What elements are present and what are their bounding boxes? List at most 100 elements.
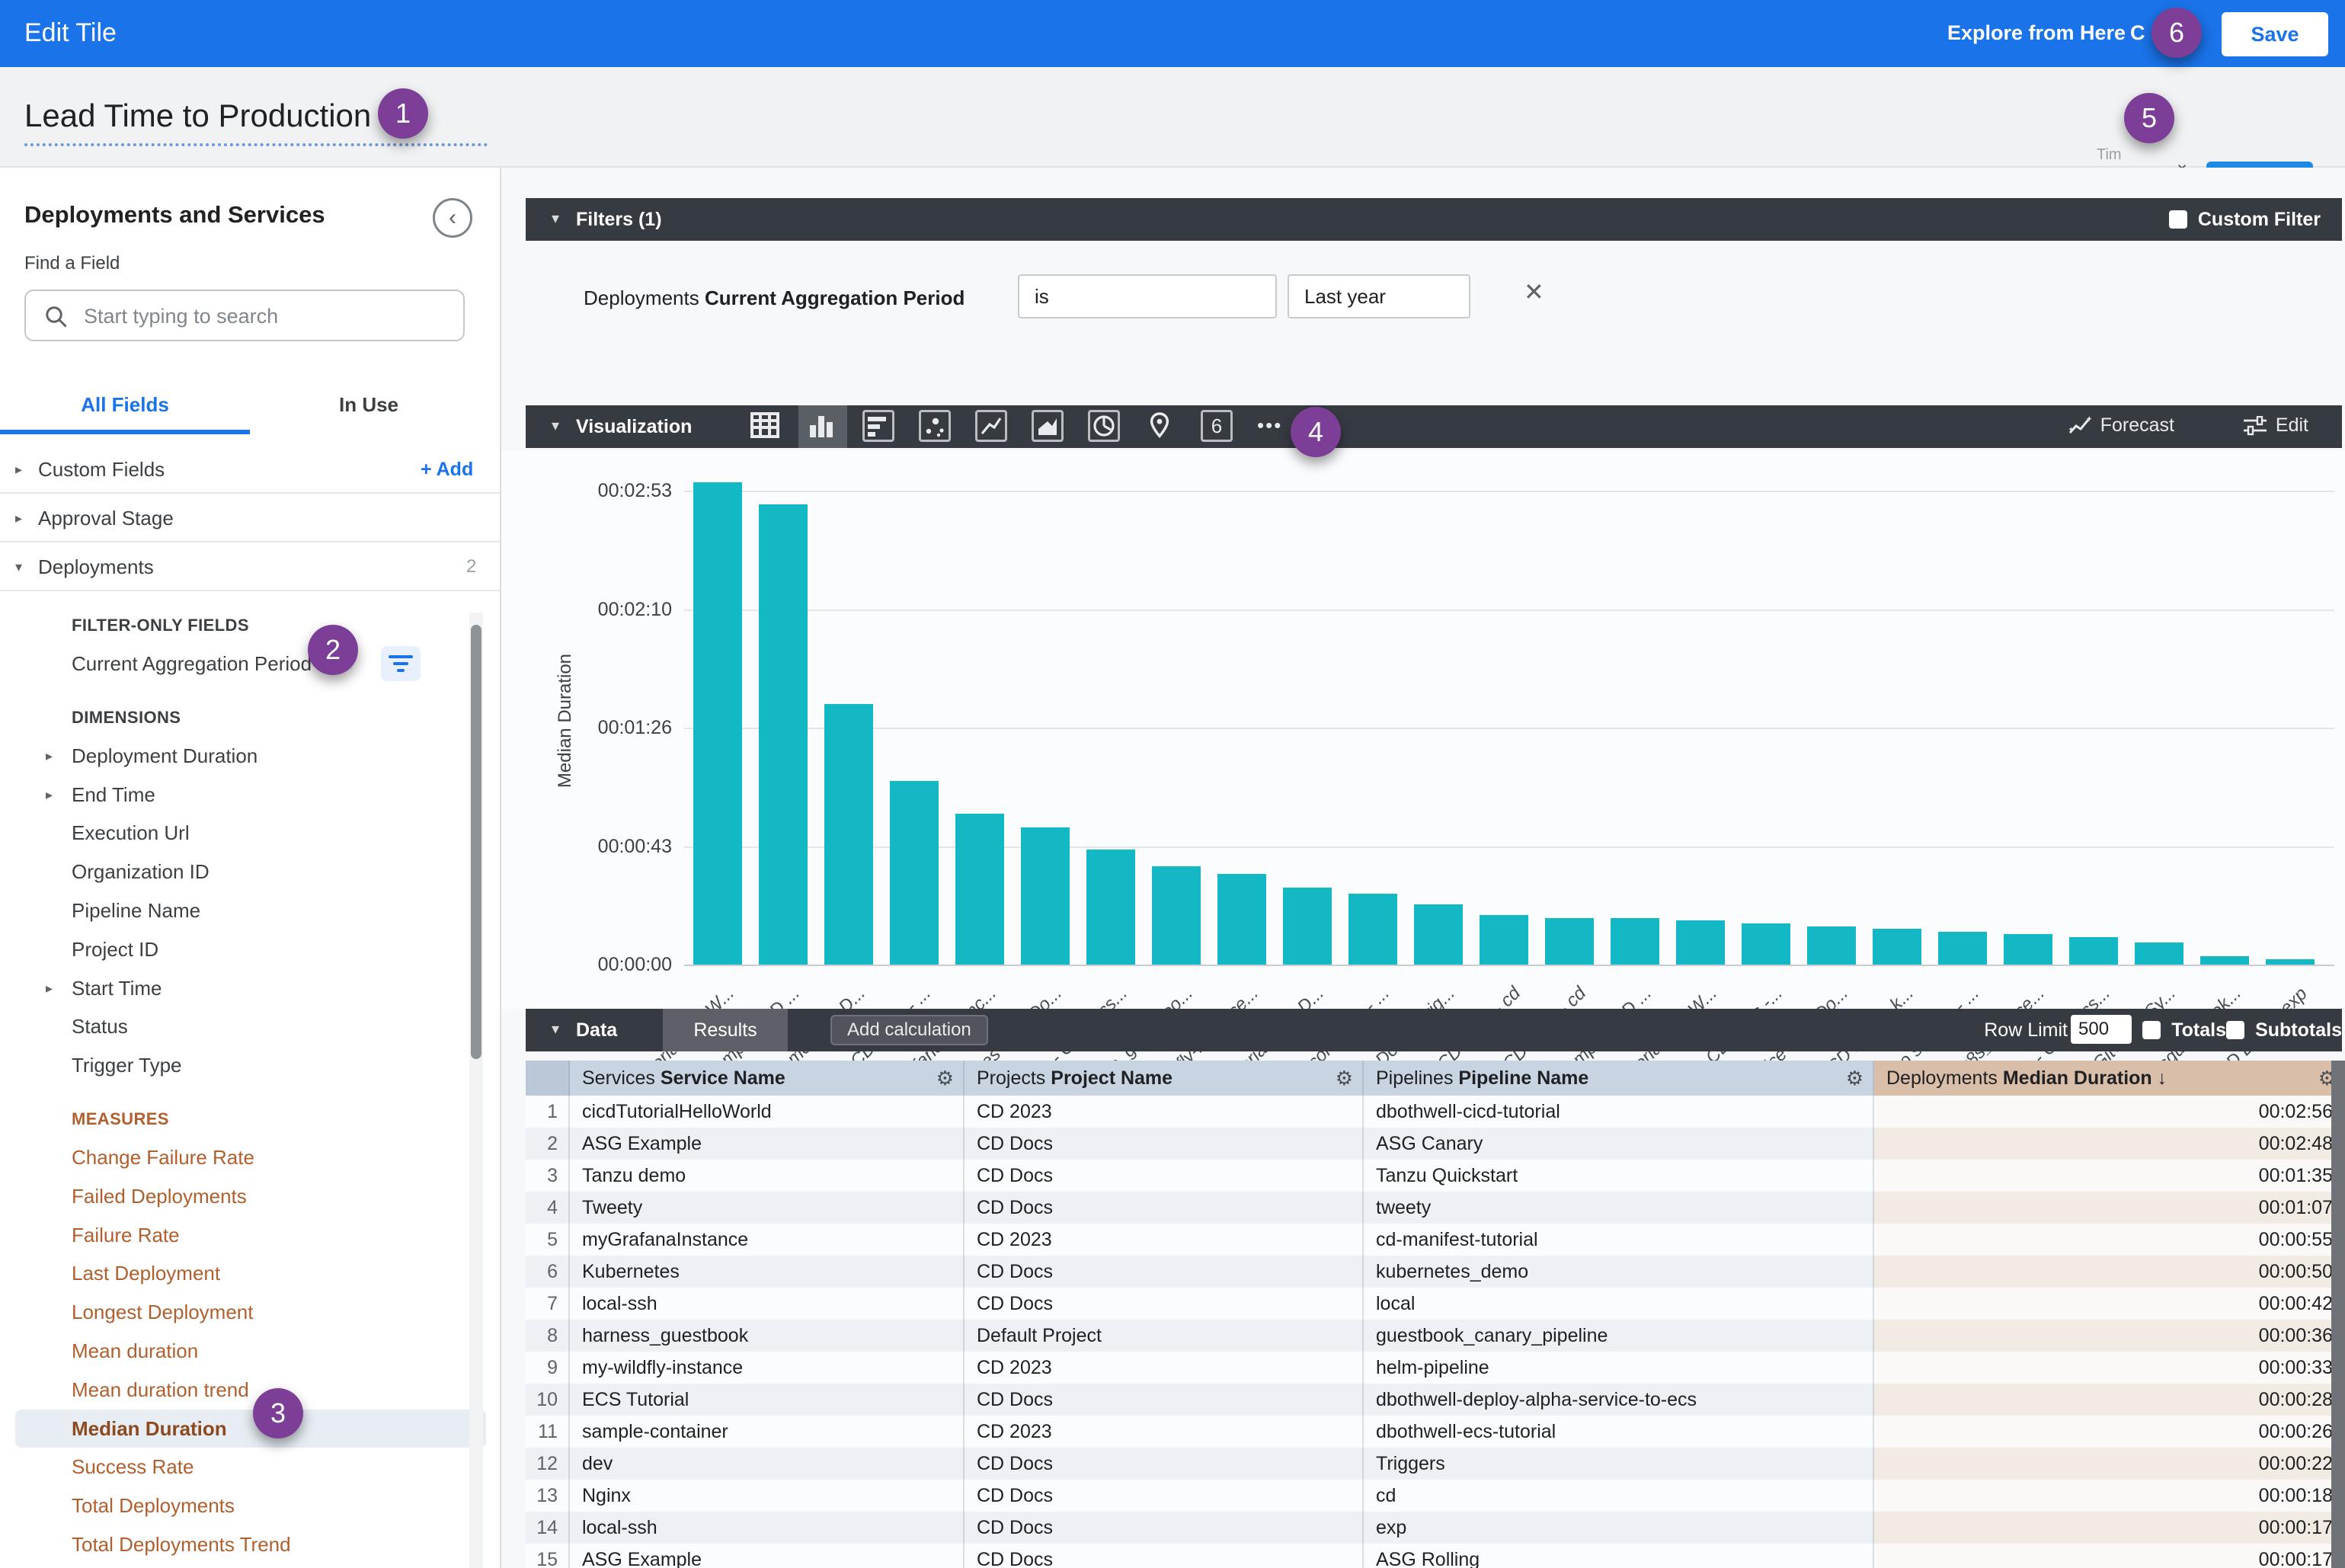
table-cell[interactable]: helm-pipeline [1364,1352,1874,1384]
table-cell[interactable]: 00:02:56 [1874,1096,2345,1128]
field-item-status[interactable]: Status [0,1007,501,1046]
tab-results[interactable]: Results [663,1009,788,1051]
field-item-mean-duration[interactable]: Mean duration [0,1332,501,1371]
forecast-button[interactable]: Forecast [2068,414,2174,437]
table-scrollbar-thumb[interactable] [2331,1061,2345,1568]
table-cell[interactable]: 00:00:55 [1874,1224,2345,1256]
field-item-execution-url[interactable]: Execution Url [0,814,501,853]
sidebar-scrollbar-thumb[interactable] [471,625,481,1059]
totals-checkbox[interactable] [2142,1021,2161,1039]
save-button[interactable]: Save [2222,12,2328,56]
table-cell[interactable]: CD Docs [965,1256,1364,1288]
field-item-start-time[interactable]: ▸Start Time [0,969,501,1008]
table-cell[interactable]: local-ssh [570,1512,965,1544]
chart-bar[interactable] [1348,894,1397,965]
gear-icon[interactable]: ⚙ [1336,1061,1353,1096]
viz-type-scatter[interactable] [911,405,960,448]
collapse-sidebar-button[interactable]: ‹ [433,198,472,238]
column-header-pipeline-name[interactable]: Pipelines Pipeline Name⚙ [1364,1061,1874,1096]
edit-viz-button[interactable]: Edit [2244,414,2308,437]
table-cell[interactable]: ASG Example [570,1544,965,1568]
field-item-trigger-type[interactable]: Trigger Type [0,1046,501,1085]
chart-bar[interactable] [1217,874,1266,965]
chart-bar[interactable] [1545,918,1594,965]
table-cell[interactable]: 00:00:50 [1874,1256,2345,1288]
table-cell[interactable]: Nginx [570,1480,965,1512]
custom-filter-checkbox[interactable] [2169,210,2187,229]
table-cell[interactable]: CD 2023 [965,1416,1364,1448]
table-cell[interactable]: tweety [1364,1192,1874,1224]
table-cell[interactable]: my-wildfly-instance [570,1352,965,1384]
chart-bar[interactable] [824,704,873,965]
totals-toggle[interactable]: Totals [2142,1019,2226,1042]
column-header-service-name[interactable]: Services Service Name⚙ [570,1061,965,1096]
collapse-caret-icon[interactable]: ▾ [552,416,559,435]
table-cell[interactable]: ASG Rolling [1364,1544,1874,1568]
viz-type-column-active[interactable] [798,405,847,448]
table-cell[interactable]: CD Docs [965,1192,1364,1224]
field-item-success-rate[interactable]: Success Rate [0,1448,501,1486]
subtotals-toggle[interactable]: Subtotals [2226,1019,2342,1042]
chevron-right-icon[interactable]: ▸ [46,969,53,1008]
sidebar-item-deployments[interactable]: ▾Deployments2 [0,542,501,591]
table-cell[interactable]: kubernetes_demo [1364,1256,1874,1288]
table-cell[interactable]: dbothwell-deploy-alpha-service-to-ecs [1364,1384,1874,1416]
field-item-failure-rate[interactable]: Failure Rate [0,1216,501,1255]
field-item-change-failure-rate[interactable]: Change Failure Rate [0,1138,501,1177]
field-item-mean-duration-trend[interactable]: Mean duration trend [0,1371,501,1410]
table-cell[interactable]: 00:00:17 [1874,1544,2345,1568]
table-cell[interactable]: CD Docs [965,1160,1364,1192]
table-cell[interactable]: ASG Example [570,1128,965,1160]
table-cell[interactable]: CD Docs [965,1544,1364,1568]
chart-bar[interactable] [2069,937,2118,965]
chevron-right-icon[interactable]: ▸ [46,737,53,776]
field-item-pipeline-name[interactable]: Pipeline Name [0,891,501,930]
viz-type-line[interactable] [968,405,1016,448]
sidebar-item-custom-fields[interactable]: ▸Custom Fields+ Add [0,445,501,494]
table-cell[interactable]: cicdTutorialHelloWorld [570,1096,965,1128]
field-search-input[interactable]: Start typing to search [24,290,465,341]
table-cell[interactable]: 00:00:42 [1874,1288,2345,1320]
table-cell[interactable]: CD Docs [965,1128,1364,1160]
add-calculation-button[interactable]: Add calculation [830,1015,988,1045]
table-cell[interactable]: cd-manifest-tutorial [1364,1224,1874,1256]
field-item-failed-deployments[interactable]: Failed Deployments [0,1177,501,1216]
field-item-total-deployments[interactable]: Total Deployments [0,1486,501,1525]
filters-section-header[interactable]: ▾ Filters (1) Custom Filter [526,198,2342,241]
column-header-median-duration[interactable]: Deployments Median Duration ↓⚙ [1874,1061,2345,1096]
chart-bar[interactable] [1414,904,1463,965]
table-cell[interactable]: Default Project [965,1320,1364,1352]
field-item-current-aggregation-period[interactable]: Current Aggregation Period [0,645,501,683]
chart-bar[interactable] [1021,827,1070,965]
chart-bar[interactable] [1938,932,1987,965]
table-cell[interactable]: 00:00:33 [1874,1352,2345,1384]
chart-bar[interactable] [2135,942,2183,965]
gear-icon[interactable]: ⚙ [936,1061,954,1096]
table-cell[interactable]: harness_guestbook [570,1320,965,1352]
chart-bar[interactable] [1086,850,1135,965]
field-item-organization-id[interactable]: Organization ID [0,853,501,891]
filter-by-field-button[interactable] [381,646,421,681]
sidebar-item-approval-stage[interactable]: ▸Approval Stage [0,494,501,542]
tab-in-use[interactable]: In Use [244,393,494,417]
chart-bar[interactable] [1283,888,1332,965]
table-cell[interactable]: CD 2023 [965,1096,1364,1128]
chart-bar[interactable] [1676,920,1725,965]
table-cell[interactable]: 00:00:28 [1874,1384,2345,1416]
visualization-section-header[interactable]: ▾ Visualization 6••• Forecast Edit [526,405,2342,448]
field-item-end-time[interactable]: ▸End Time [0,776,501,814]
table-cell[interactable]: CD Docs [965,1512,1364,1544]
table-cell[interactable]: CD 2023 [965,1352,1364,1384]
table-cell[interactable]: 00:02:48 [1874,1128,2345,1160]
table-cell[interactable]: Tweety [570,1192,965,1224]
table-cell[interactable]: cd [1364,1480,1874,1512]
table-cell[interactable]: dev [570,1448,965,1480]
field-item-deployment-duration[interactable]: ▸Deployment Duration [0,737,501,776]
explore-from-here-button[interactable]: Explore from Here [1947,21,2126,45]
table-cell[interactable]: dbothwell-ecs-tutorial [1364,1416,1874,1448]
chart-bar[interactable] [1152,866,1201,965]
viz-type-table[interactable] [742,405,791,448]
table-cell[interactable]: guestbook_canary_pipeline [1364,1320,1874,1352]
add-custom-field-link[interactable]: + Add [421,445,473,494]
table-cell[interactable]: 00:01:07 [1874,1192,2345,1224]
